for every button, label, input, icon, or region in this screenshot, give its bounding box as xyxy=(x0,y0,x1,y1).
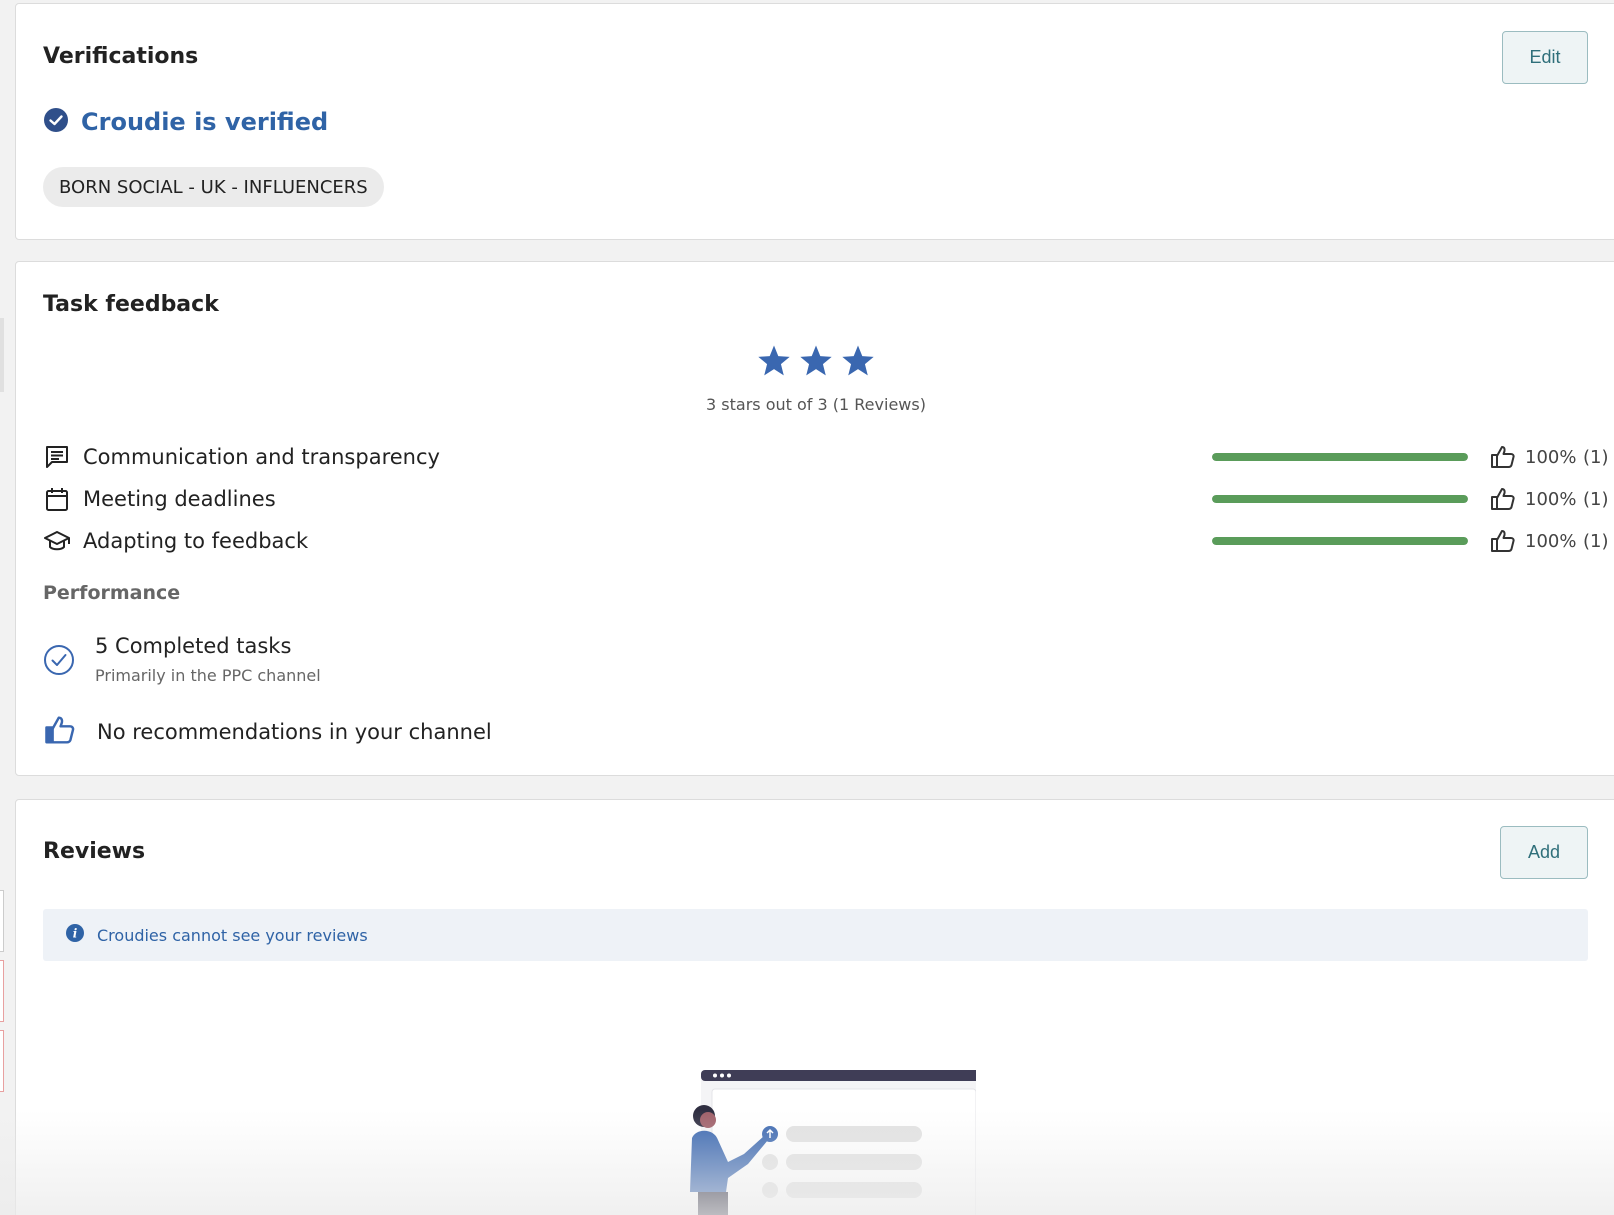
comment-icon xyxy=(43,443,71,471)
thumbs-up-icon xyxy=(1490,486,1516,516)
empty-reviews-illustration xyxy=(656,1062,985,1215)
verified-status: Croudie is verified xyxy=(43,107,328,137)
feedback-progress-fill xyxy=(1212,453,1468,461)
verified-check-icon xyxy=(43,107,69,137)
thumbs-up-icon xyxy=(43,714,77,750)
feedback-progress-fill xyxy=(1212,537,1468,545)
feedback-progress-bar xyxy=(1212,495,1468,503)
feedback-row-communication: Communication and transparency 100% (1) xyxy=(43,442,1609,474)
star-icon xyxy=(756,344,792,382)
completed-tasks-text: 5 Completed tasks xyxy=(95,634,292,658)
reviews-title: Reviews xyxy=(43,839,146,864)
reviews-card: Reviews Add i Croudies cannot see your r… xyxy=(15,799,1614,1215)
svg-text:i: i xyxy=(73,927,78,941)
calendar-icon xyxy=(43,485,71,513)
feedback-percent: 100% xyxy=(1525,488,1577,510)
feedback-row-adapting: Adapting to feedback 100% (1) xyxy=(43,526,1609,558)
feedback-progress-bar xyxy=(1212,537,1468,545)
task-feedback-card: Task feedback 3 stars out of 3 (1 Review… xyxy=(15,261,1614,776)
thumbs-up-icon xyxy=(1490,528,1516,558)
add-review-button[interactable]: Add xyxy=(1500,826,1588,879)
star-summary: 3 stars out of 3 (1 Reviews) xyxy=(706,395,926,414)
left-edge-marker xyxy=(0,318,4,392)
feedback-row-deadlines: Meeting deadlines 100% (1) xyxy=(43,484,1609,516)
feedback-count: (1) xyxy=(1583,446,1609,468)
left-edge-marker xyxy=(0,1030,4,1092)
task-feedback-title: Task feedback xyxy=(43,292,219,317)
feedback-percent: 100% xyxy=(1525,530,1577,552)
star-rating xyxy=(16,344,1614,382)
verifications-card: Verifications Edit Croudie is verified B… xyxy=(15,3,1614,240)
feedback-progress-bar xyxy=(1212,453,1468,461)
verifications-title: Verifications xyxy=(43,44,199,69)
star-icon xyxy=(840,344,876,382)
verified-text: Croudie is verified xyxy=(81,108,329,136)
recommendations-row: No recommendations in your channel xyxy=(43,714,492,750)
edit-button[interactable]: Edit xyxy=(1502,31,1588,84)
thumbs-up-icon xyxy=(1490,444,1516,474)
star-icon xyxy=(798,344,834,382)
reviews-info-text: Croudies cannot see your reviews xyxy=(97,925,368,945)
verification-tag: BORN SOCIAL - UK - INFLUENCERS xyxy=(43,167,384,207)
graduation-cap-icon xyxy=(43,527,71,555)
feedback-count: (1) xyxy=(1583,488,1609,510)
feedback-label: Meeting deadlines xyxy=(83,487,276,511)
left-edge-marker xyxy=(0,890,4,952)
check-circle-icon xyxy=(43,644,75,680)
feedback-count: (1) xyxy=(1583,530,1609,552)
performance-title: Performance xyxy=(43,582,181,604)
feedback-percent: 100% xyxy=(1525,446,1577,468)
feedback-label: Communication and transparency xyxy=(83,445,440,469)
feedback-progress-fill xyxy=(1212,495,1468,503)
info-icon: i xyxy=(65,923,85,947)
reviews-info-banner: i Croudies cannot see your reviews xyxy=(43,909,1588,961)
completed-tasks-sub: Primarily in the PPC channel xyxy=(95,666,321,685)
feedback-label: Adapting to feedback xyxy=(83,529,309,553)
left-edge-marker xyxy=(0,960,4,1022)
completed-tasks-row: 5 Completed tasks Primarily in the PPC c… xyxy=(43,634,321,685)
recommendations-text: No recommendations in your channel xyxy=(97,720,492,744)
